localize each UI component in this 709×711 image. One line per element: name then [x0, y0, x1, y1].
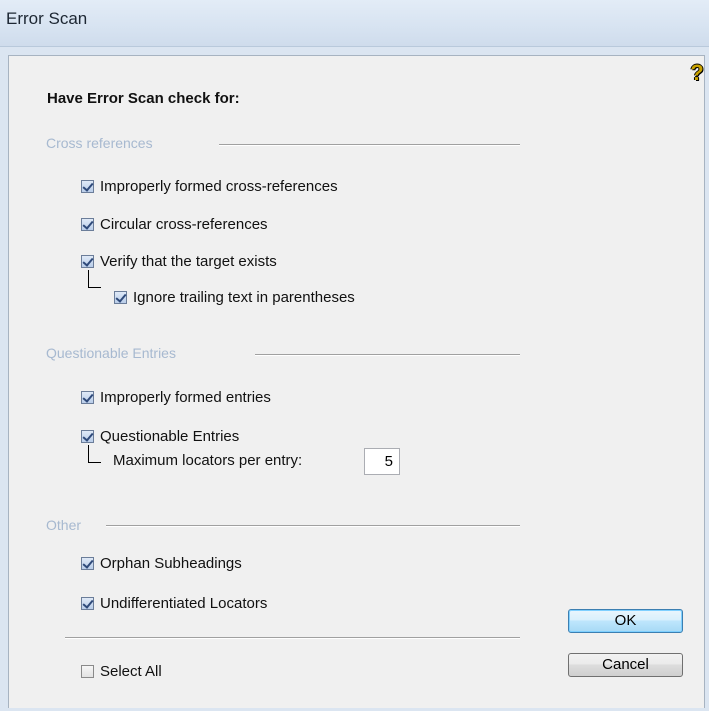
- checkbox-label: Improperly formed cross-references: [100, 177, 338, 195]
- checkbox-label: Improperly formed entries: [100, 388, 271, 406]
- checkbox-box[interactable]: [81, 596, 94, 610]
- help-question-icon[interactable]: ?: [686, 62, 708, 84]
- dialog-body: ? Have Error Scan check for: Cross refer…: [8, 55, 705, 708]
- checkbox-undifferentiated-locators[interactable]: Undifferentiated Locators: [81, 593, 267, 613]
- group-label-questionable-entries: Questionable Entries: [46, 345, 176, 361]
- checkbox-label: Ignore trailing text in parentheses: [133, 288, 355, 306]
- group-label-cross-references: Cross references: [46, 135, 153, 151]
- checkbox-label: Questionable Entries: [100, 427, 240, 445]
- checkbox-select-all[interactable]: Select All: [81, 661, 162, 681]
- checkbox-box[interactable]: [81, 664, 94, 678]
- checkbox-verify-target-exists[interactable]: Verify that the target exists: [81, 251, 277, 271]
- title-bar[interactable]: Error Scan: [0, 0, 709, 47]
- group-divider: [255, 354, 520, 356]
- checkbox-ignore-trailing-text[interactable]: Ignore trailing text in parentheses: [114, 287, 355, 307]
- checkbox-box[interactable]: [81, 254, 94, 268]
- checkbox-box[interactable]: [114, 290, 127, 304]
- checkbox-box[interactable]: [81, 429, 94, 443]
- checkbox-label: Verify that the target exists: [100, 252, 277, 270]
- max-locators-input[interactable]: [364, 448, 400, 475]
- group-divider: [219, 144, 520, 146]
- checkbox-improper-cross-references[interactable]: Improperly formed cross-references: [81, 176, 338, 196]
- checkbox-label: Select All: [100, 662, 162, 680]
- bottom-separator: [65, 637, 520, 639]
- tree-connector-line: [88, 445, 101, 463]
- group-divider: [106, 525, 520, 527]
- ok-button[interactable]: OK: [568, 609, 683, 633]
- checkbox-questionable-entries[interactable]: Questionable Entries: [81, 426, 239, 446]
- checkbox-box[interactable]: [81, 390, 94, 404]
- checkbox-box[interactable]: [81, 179, 94, 193]
- checkbox-orphan-subheadings[interactable]: Orphan Subheadings: [81, 553, 242, 573]
- dialog-heading: Have Error Scan check for:: [47, 90, 240, 107]
- checkbox-improper-entries[interactable]: Improperly formed entries: [81, 387, 271, 407]
- error-scan-dialog: Error Scan ? Have Error Scan check for: …: [0, 0, 709, 711]
- max-locators-label: Maximum locators per entry:: [113, 452, 303, 469]
- cancel-button[interactable]: Cancel: [568, 653, 683, 677]
- checkbox-circular-cross-references[interactable]: Circular cross-references: [81, 214, 268, 234]
- group-label-other: Other: [46, 517, 82, 533]
- checkbox-label: Undifferentiated Locators: [100, 594, 268, 612]
- checkbox-label: Circular cross-references: [100, 215, 268, 233]
- window-title: Error Scan: [6, 9, 88, 28]
- checkbox-box[interactable]: [81, 217, 94, 231]
- checkbox-label: Orphan Subheadings: [100, 554, 242, 572]
- checkbox-box[interactable]: [81, 556, 94, 570]
- tree-connector-line: [88, 270, 101, 288]
